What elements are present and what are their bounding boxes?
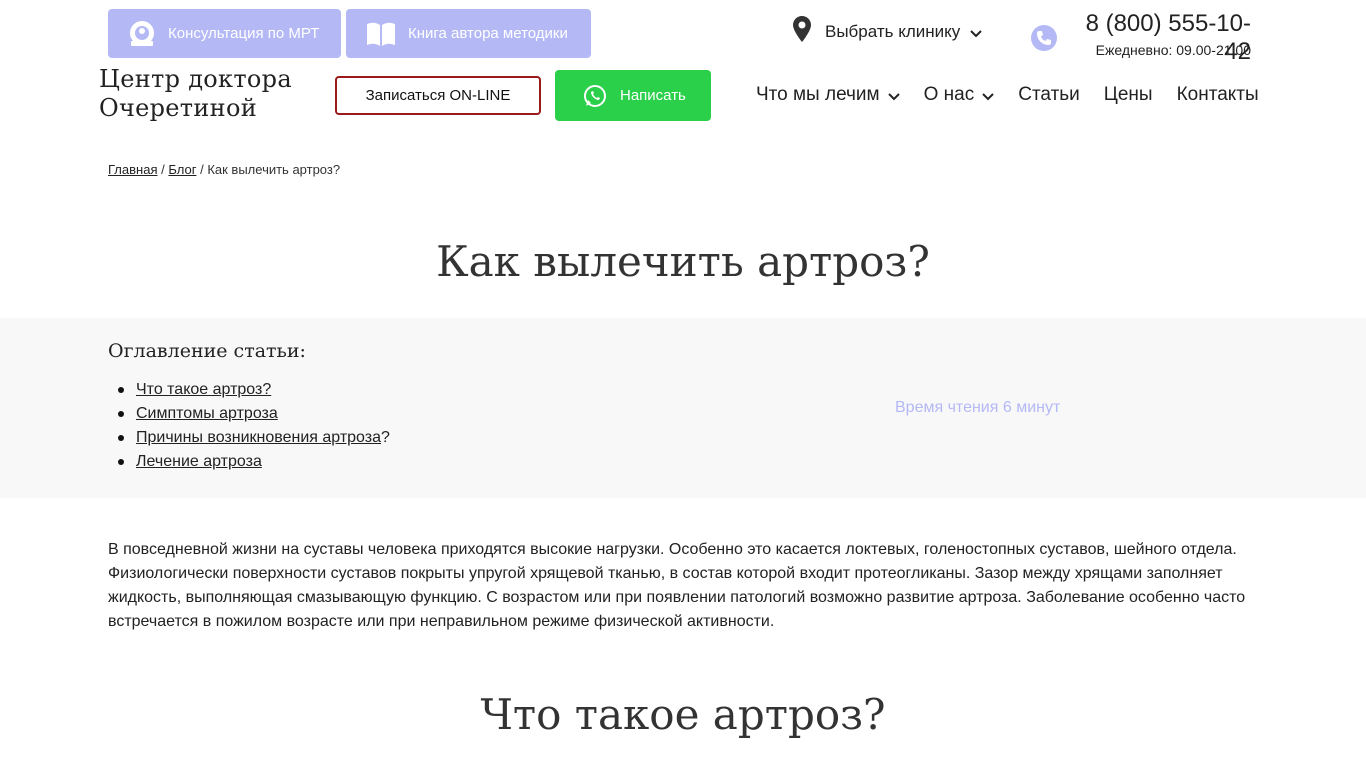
nav-item-what-we-treat[interactable]: Что мы лечим	[756, 83, 900, 107]
site-logo[interactable]: Центр доктора Очеретиной	[99, 65, 292, 123]
chevron-down-icon	[887, 85, 900, 107]
whatsapp-icon	[583, 84, 607, 108]
bullet-icon	[118, 459, 124, 465]
chevron-down-icon	[982, 85, 994, 107]
bullet-icon	[118, 411, 124, 417]
toc-item: Симптомы артроза	[118, 402, 390, 426]
working-hours: Ежедневно: 09.00-21.00	[1095, 42, 1251, 58]
clinic-select[interactable]: Выбрать клинику	[793, 16, 982, 47]
toc-link-what-is-arthrosis[interactable]: Что такое артроз?	[136, 378, 271, 402]
map-pin-icon	[793, 16, 811, 47]
nav-item-label: Что мы лечим	[756, 84, 880, 105]
nav-item-about[interactable]: О нас	[924, 83, 995, 107]
bullet-icon	[118, 387, 124, 393]
bullet-icon	[118, 435, 124, 441]
reading-time: Время чтения 6 минут	[895, 399, 1061, 416]
section-title: Что такое артроз?	[480, 690, 886, 739]
mri-scanner-icon	[128, 20, 156, 48]
author-book-label: Книга автора методики	[408, 25, 568, 42]
page-title: Как вылечить артроз?	[436, 237, 930, 286]
nav-item-label: Цены	[1103, 84, 1153, 105]
whatsapp-write-label: Написать	[620, 87, 686, 104]
toc-title: Оглавление статьи:	[108, 340, 306, 362]
chevron-down-icon	[970, 23, 982, 43]
toc-item-suffix: ?	[381, 429, 390, 446]
toc-item: Причины возникновения артроза ?	[118, 426, 390, 450]
nav-item-label: Статьи	[1018, 84, 1080, 105]
nav-item-contacts[interactable]: Контакты	[1177, 83, 1259, 107]
breadcrumb-blog-link[interactable]: Блог	[168, 162, 196, 177]
breadcrumb-separator: /	[200, 162, 204, 177]
breadcrumb-separator: /	[161, 162, 165, 177]
mri-consultation-button[interactable]: Консультация по МРТ	[108, 9, 341, 58]
nav-item-label: Контакты	[1176, 84, 1259, 105]
toc-item: Что такое артроз?	[118, 378, 390, 402]
logo-line-1: Центр доктора	[99, 65, 292, 93]
nav-item-articles[interactable]: Статьи	[1018, 83, 1080, 107]
whatsapp-write-button[interactable]: Написать	[555, 70, 711, 121]
logo-line-2: Очеретиной	[99, 94, 258, 122]
intro-paragraph: В повседневной жизни на суставы человека…	[108, 541, 1246, 630]
clinic-select-label: Выбрать клинику	[825, 21, 961, 41]
breadcrumb: Главная / Блог / Как вылечить артроз?	[108, 162, 340, 177]
book-online-button[interactable]: Записаться ON-LINE	[335, 76, 541, 115]
toc-item: Лечение артроза	[118, 450, 390, 474]
toc-link-symptoms[interactable]: Симптомы артроза	[136, 402, 278, 426]
breadcrumb-home-link[interactable]: Главная	[108, 162, 157, 177]
mri-consultation-label: Консультация по МРТ	[168, 25, 320, 42]
toc-link-treatment[interactable]: Лечение артроза	[136, 450, 262, 474]
main-nav: Что мы лечим О нас Статьи Цены Контакты	[756, 83, 1259, 107]
toc-link-causes[interactable]: Причины возникновения артроза	[136, 426, 381, 450]
breadcrumb-current: Как вылечить артроз?	[207, 162, 341, 177]
nav-item-prices[interactable]: Цены	[1104, 83, 1153, 107]
toc-list: Что такое артроз? Симптомы артроза Причи…	[118, 378, 390, 474]
author-book-button[interactable]: Книга автора методики	[346, 9, 591, 58]
book-icon	[366, 21, 396, 47]
nav-item-label: О нас	[923, 84, 975, 105]
